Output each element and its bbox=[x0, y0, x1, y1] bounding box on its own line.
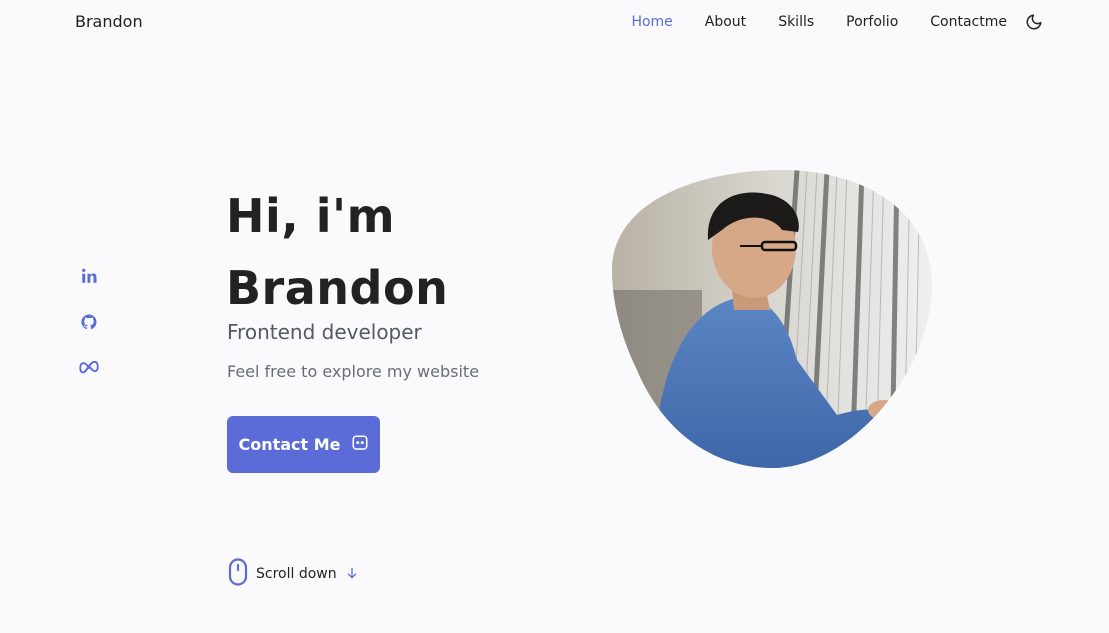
nav-contact[interactable]: Contactme bbox=[930, 14, 1007, 30]
hero-subtitle: Frontend developer bbox=[227, 320, 422, 344]
main-nav: Home About Skills Porfolio Contactme bbox=[599, 0, 1043, 44]
nav-about[interactable]: About bbox=[705, 14, 746, 30]
contact-me-button[interactable]: Contact Me bbox=[227, 416, 380, 473]
scroll-down-label: Scroll down bbox=[256, 566, 337, 582]
moon-icon[interactable] bbox=[1025, 13, 1043, 31]
contact-me-label: Contact Me bbox=[238, 435, 341, 454]
message-icon bbox=[351, 434, 369, 456]
social-links bbox=[79, 266, 99, 378]
nav-home[interactable]: Home bbox=[631, 14, 672, 30]
scroll-down-link[interactable]: Scroll down bbox=[228, 558, 359, 590]
hero-title-line2: Brandon bbox=[226, 261, 449, 315]
linkedin-icon[interactable] bbox=[79, 266, 99, 286]
github-icon[interactable] bbox=[79, 312, 99, 332]
mouse-icon bbox=[228, 558, 248, 590]
nav-portfolio[interactable]: Porfolio bbox=[846, 14, 898, 30]
meta-icon[interactable] bbox=[79, 358, 99, 378]
arrow-down-icon bbox=[345, 565, 359, 584]
hero-description: Feel free to explore my website bbox=[227, 362, 480, 381]
header: Brandon Home About Skills Porfolio Conta… bbox=[0, 0, 1109, 44]
hero-title: Hi, i'm Brandon bbox=[226, 180, 448, 324]
profile-photo bbox=[612, 170, 932, 470]
brand-logo[interactable]: Brandon bbox=[75, 12, 143, 31]
hero-title-line1: Hi, i'm bbox=[226, 189, 396, 243]
nav-skills[interactable]: Skills bbox=[778, 14, 814, 30]
